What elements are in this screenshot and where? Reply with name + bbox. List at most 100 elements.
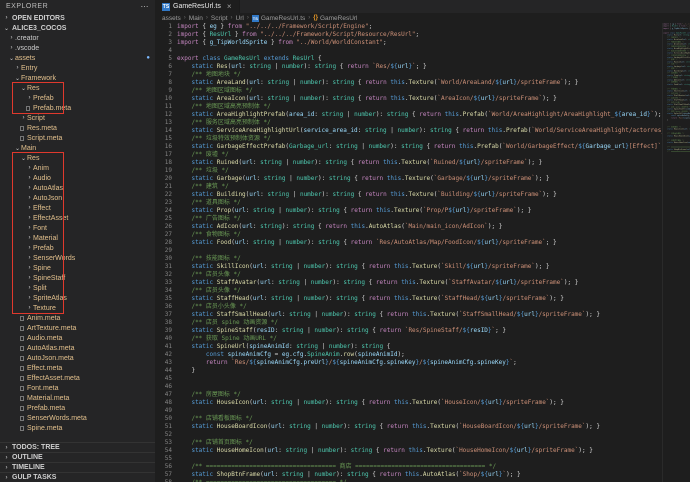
code-line[interactable]: static StaffSmallHead(url: string | numb… [177, 311, 662, 319]
code-line[interactable] [177, 455, 662, 463]
tree-folder-framework[interactable]: ⌄Framework [0, 73, 155, 83]
code-line[interactable]: } [177, 367, 662, 375]
code-line[interactable] [177, 383, 662, 391]
code-line[interactable]: /** 垃圾 */ [177, 167, 662, 175]
code-line[interactable]: import { ResUrl } from "../../../Framewo… [663, 25, 690, 27]
code-line[interactable]: static SpineStaff(resID: string | number… [663, 108, 690, 110]
code-line[interactable]: /** 食物图标 */ [663, 81, 690, 83]
code-line[interactable] [663, 131, 690, 133]
code-line[interactable]: /** 食物图标 */ [177, 231, 662, 239]
tree-folder-split[interactable]: ›Split [0, 283, 155, 293]
open-editors-section[interactable]: › OPEN EDITORS [0, 13, 155, 23]
code-line[interactable] [663, 86, 690, 88]
code-line[interactable]: /** 垃圾特效预制体资源 */ [663, 54, 690, 56]
code-line[interactable]: static Res(url: string | number): string… [663, 34, 690, 36]
code-line[interactable]: /** 道具图标 */ [663, 72, 690, 74]
code-line[interactable]: /** 广告图标 */ [177, 215, 662, 223]
code-line[interactable]: /** 废墟 */ [177, 151, 662, 159]
tree-file-script.meta[interactable]: Script.meta [0, 133, 155, 143]
code-line[interactable]: /** 地图地块 */ [663, 36, 690, 38]
code-line[interactable]: /** 地图区域高亮预制体 */ [177, 103, 662, 111]
breadcrumb-item-assets[interactable]: assets [162, 15, 181, 22]
code-line[interactable]: static AreaLand(url: string | number): s… [663, 39, 690, 41]
code-line[interactable]: static Building(url: string | number): s… [177, 191, 662, 199]
breadcrumb-item-url[interactable]: Url [236, 15, 244, 22]
tree-folder-assets[interactable]: ⌄assets● [0, 53, 155, 63]
code-content[interactable]: import { eg } from "../../../Framework/S… [177, 23, 662, 482]
code-line[interactable]: static HouseIcon(url: string | number): … [177, 399, 662, 407]
code-line[interactable]: /** 地图区域图标 */ [177, 87, 662, 95]
code-line[interactable]: static AreaHighlightPrefab(area_id: stri… [663, 48, 690, 50]
tree-folder-spriteatlas[interactable]: ›SpriteAtlas [0, 293, 155, 303]
code-line[interactable]: static StaffSmallHead(url: string | numb… [663, 104, 690, 106]
code-line[interactable]: static AreaLand(url: string | number): s… [177, 79, 662, 87]
code-line[interactable]: export class GameResUrl extends ResUrl { [663, 32, 690, 34]
code-line[interactable] [663, 30, 690, 32]
code-line[interactable]: /** 服务区域高亮预制体 */ [177, 119, 662, 127]
code-line[interactable]: /** ====================================… [663, 146, 690, 148]
code-line[interactable]: /** 广告图标 */ [663, 77, 690, 79]
code-line[interactable]: /** 垃圾特效预制体资源 */ [177, 135, 662, 143]
gulp-tasks-section[interactable]: › GULP TASKS [0, 472, 155, 482]
code-line[interactable]: /** 获取 Spine 动画URL */ [663, 110, 690, 112]
code-line[interactable]: static HouseBoardIcon(url: string | numb… [177, 423, 662, 431]
code-line[interactable]: /** 房屋图标 */ [663, 126, 690, 128]
tree-file-prefab.meta[interactable]: Prefab.meta [0, 103, 155, 113]
tree-file-spine.meta[interactable]: Spine.meta [0, 423, 155, 433]
tree-folder-senserwords[interactable]: ›SenserWords [0, 253, 155, 263]
code-line[interactable]: /** 获取 Spine 动画URL */ [177, 335, 662, 343]
code-line[interactable]: const spineAnimCfg = eg.cfg.SpineAnim.ro… [663, 115, 690, 117]
code-line[interactable]: static Garbage(url: string | number): st… [177, 175, 662, 183]
code-line[interactable]: /** 店员头像 */ [177, 287, 662, 295]
tree-folder-effectasset[interactable]: ›EffectAsset [0, 213, 155, 223]
tree-folder-font[interactable]: ›Font [0, 223, 155, 233]
code-line[interactable]: return `Res/${spineAnimCfg.preUrl}/${spi… [663, 117, 690, 119]
tree-file-effect.meta[interactable]: Effect.meta [0, 363, 155, 373]
code-line[interactable]: static Prop(url: string | number): strin… [177, 207, 662, 215]
tree-file-res.meta[interactable]: Res.meta [0, 123, 155, 133]
close-icon[interactable]: × [227, 2, 232, 11]
code-line[interactable]: static Ruined(url: string | number): str… [663, 61, 690, 63]
code-line[interactable]: static Food(url: string | number): strin… [663, 83, 690, 85]
tree-folder-spine[interactable]: ›Spine [0, 263, 155, 273]
code-line[interactable]: static SkillIcon(url: string | number): … [177, 263, 662, 271]
code-line[interactable]: static SkillIcon(url: string | number): … [663, 90, 690, 92]
tree-folder-entry[interactable]: ›Entry [0, 63, 155, 73]
code-line[interactable]: /** 店铺看板图标 */ [663, 133, 690, 135]
breadcrumb-item-script[interactable]: Script [211, 15, 228, 22]
code-line[interactable]: import { eg } from "../../../Framework/S… [177, 23, 662, 31]
code-line[interactable] [663, 137, 690, 139]
code-line[interactable]: /** 店员头像 */ [177, 271, 662, 279]
tree-folder-anim[interactable]: ›Anim [0, 163, 155, 173]
tree-folder-main[interactable]: ⌄Main [0, 143, 155, 153]
tree-file-audio.meta[interactable]: Audio.meta [0, 333, 155, 343]
code-line[interactable]: import { eg } from "../../../Framework/S… [663, 23, 690, 25]
more-actions-icon[interactable]: ⋯ [141, 2, 150, 11]
code-line[interactable]: /** 房屋图标 */ [177, 391, 662, 399]
code-line[interactable]: static StaffHead(url: string | number): … [177, 295, 662, 303]
breadcrumb-item-file[interactable]: TS GameResUrl.ts [252, 15, 305, 22]
code-line[interactable]: static Ruined(url: string | number): str… [177, 159, 662, 167]
code-line[interactable]: return `Res/${spineAnimCfg.preUrl}/${spi… [177, 359, 662, 367]
tree-file-autojson.meta[interactable]: AutoJson.meta [0, 353, 155, 363]
code-line[interactable]: static AdIcon(url: string): string { ret… [663, 79, 690, 81]
code-line[interactable] [177, 375, 662, 383]
code-line[interactable]: static GarbageEffectPrefab(Garbage_url: … [177, 143, 662, 151]
code-line[interactable]: static Res(url: string | number): string… [177, 63, 662, 71]
code-line[interactable]: static ShopBtnFrame(url: string | number… [663, 148, 690, 150]
code-line[interactable]: static Building(url: string | number): s… [663, 70, 690, 72]
code-line[interactable]: static ServiceAreaHighlightUrl(service_a… [663, 52, 690, 54]
code-line[interactable]: /** 店员小头像 */ [177, 303, 662, 311]
code-line[interactable]: /** 店员 spine 动画资源 */ [663, 106, 690, 108]
code-line[interactable]: export class GameResUrl extends ResUrl { [177, 55, 662, 63]
code-line[interactable]: static SpineStaff(resID: string | number… [177, 327, 662, 335]
tree-folder-script[interactable]: ›Script [0, 113, 155, 123]
code-line[interactable]: static AreaIcon(url: string | number): s… [663, 43, 690, 45]
code-line[interactable]: /** 技能图标 */ [663, 88, 690, 90]
code-line[interactable] [663, 144, 690, 146]
code-line[interactable]: /** 店员头像 */ [663, 92, 690, 94]
tree-folder-texture[interactable]: ›Texture [0, 303, 155, 313]
tree-folder-res[interactable]: ⌄Res [0, 153, 155, 163]
code-line[interactable]: /** 道具图标 */ [177, 199, 662, 207]
tree-folder-effect[interactable]: ›Effect [0, 203, 155, 213]
